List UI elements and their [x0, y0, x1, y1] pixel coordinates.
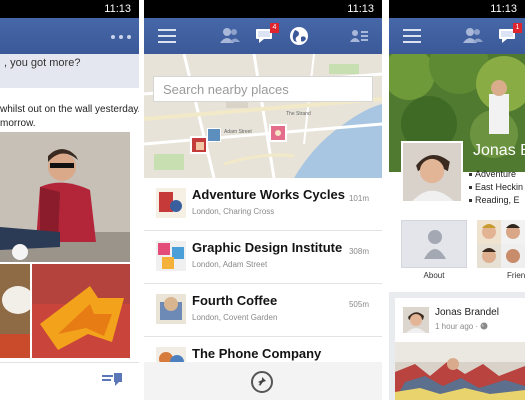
places-screen: 11:13 4 Adam Street The Strand Search ne… [144, 0, 382, 400]
post-photo-thumb[interactable] [32, 264, 130, 358]
post-text-line: morrow. [0, 118, 36, 129]
post-photo[interactable] [0, 132, 130, 262]
status-bar: 11:13 [144, 0, 382, 18]
place-distance: 308m [348, 247, 369, 256]
feed-screen: 11:13 , you got more? whilst out on the … [0, 0, 139, 400]
map-street-label: The Strand [286, 111, 311, 117]
about-tile[interactable] [401, 220, 467, 268]
person-icon [424, 230, 446, 259]
check-in-button[interactable] [251, 371, 273, 393]
post-separator: · [475, 322, 479, 331]
place-item[interactable]: Graphic Design Institute London, Adam St… [144, 231, 382, 284]
place-thumbnail [156, 241, 186, 271]
notification-badge: 1 [513, 23, 522, 33]
profile-info-line: Reading, E [469, 194, 523, 207]
post-text-line: whilst out on the wall yesterday. [0, 104, 139, 115]
post-time: 1 hour ago · [435, 322, 488, 331]
profile-info-line: East Heckin [469, 181, 523, 194]
post-text: whilst out on the wall yesterday. morrow… [0, 103, 139, 131]
place-distance: 505m [348, 300, 369, 309]
profile-avatar[interactable] [401, 141, 463, 203]
about-label: About [423, 271, 445, 280]
post-author-avatar[interactable] [403, 307, 429, 333]
place-distance: 101m [348, 194, 369, 203]
friend-requests-icon[interactable] [463, 27, 483, 45]
place-name: The Phone Company [192, 346, 322, 361]
app-bar [0, 18, 139, 54]
place-item[interactable]: Adventure Works Cycles London, Charing C… [144, 178, 382, 231]
menu-icon[interactable] [158, 29, 176, 43]
globe-notifications-icon[interactable] [289, 26, 309, 46]
place-address: London, Charing Cross [192, 207, 275, 216]
place-thumbnail [156, 294, 186, 324]
profile-screen: 11:13 1 Jonas B Adventure Eas [389, 0, 525, 400]
post-card[interactable]: Jonas Brandel 1 hour ago · [395, 298, 525, 400]
pin-icon [257, 377, 266, 387]
profile-info-line: Adventure [469, 168, 523, 181]
post-photo[interactable] [395, 342, 525, 400]
place-address: London, Adam Street [192, 260, 268, 269]
place-name: Fourth Coffee [192, 293, 278, 308]
place-address: London, Covent Garden [192, 313, 278, 322]
comment-icon[interactable] [102, 373, 122, 387]
comment-bar[interactable] [0, 362, 139, 400]
map-street-label: Adam Street [224, 129, 252, 135]
status-bar: 11:13 [389, 0, 525, 18]
friends-tile[interactable] [477, 220, 525, 268]
place-item[interactable]: Fourth Coffee London, Covent Garden 505m [144, 284, 382, 337]
map[interactable]: Adam Street The Strand [144, 54, 382, 178]
online-friends-icon[interactable] [350, 29, 368, 43]
friend-requests-icon[interactable] [220, 27, 240, 45]
place-thumbnail [156, 188, 186, 218]
profile-info: Adventure East Heckin Reading, E [469, 168, 523, 207]
menu-icon[interactable] [403, 29, 421, 43]
post-photo-thumb[interactable] [0, 264, 30, 358]
app-bar: 1 [389, 18, 525, 54]
profile-name: Jonas B [473, 142, 525, 159]
comment-header: , you got more? [0, 54, 139, 88]
post-author[interactable]: Jonas Brandel [435, 307, 499, 318]
status-time: 11:13 [490, 3, 517, 15]
profile-feed: Jonas Brandel 1 hour ago · [389, 292, 525, 400]
status-time: 11:13 [347, 3, 374, 15]
comment-header-text: , you got more? [4, 57, 81, 69]
place-name: Adventure Works Cycles [192, 187, 345, 202]
status-time: 11:13 [104, 3, 131, 15]
friends-label: Friend [507, 271, 525, 280]
search-input[interactable] [153, 76, 373, 102]
place-name: Graphic Design Institute [192, 240, 343, 255]
globe-icon [480, 322, 488, 330]
more-icon[interactable] [110, 34, 132, 40]
app-bar: 4 [144, 18, 382, 54]
profile-tiles: About Friend [389, 208, 525, 290]
status-bar: 11:13 [0, 0, 139, 18]
post-time-text: 1 hour ago [435, 322, 474, 331]
notification-badge: 4 [270, 23, 279, 33]
